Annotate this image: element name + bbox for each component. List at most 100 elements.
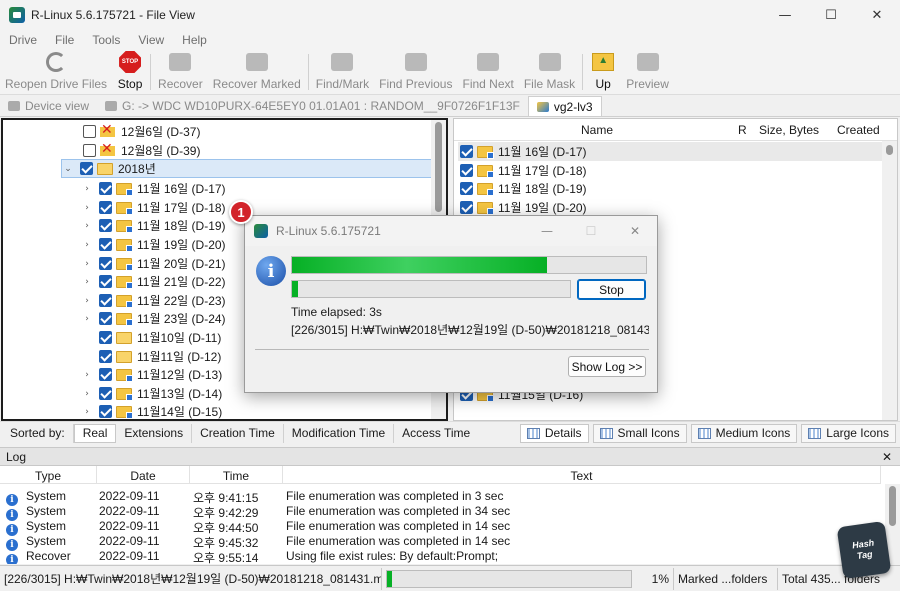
expand-arrow-icon[interactable]: ›: [81, 314, 93, 324]
expand-arrow-icon[interactable]: ›: [81, 296, 93, 306]
log-type: System: [26, 534, 67, 548]
log-close-button[interactable]: ✕: [882, 450, 892, 464]
tree-checkbox[interactable]: [99, 387, 112, 400]
expand-arrow-icon[interactable]: ›: [81, 259, 93, 269]
up-button[interactable]: Up: [585, 49, 621, 95]
file-row[interactable]: 11월 16일 (D-17): [458, 142, 883, 161]
tree-checkbox[interactable]: [99, 219, 112, 232]
tree-item[interactable]: 11월11일 (D-12): [81, 347, 221, 366]
tree-checkbox[interactable]: [80, 162, 93, 175]
tree-checkbox[interactable]: [99, 405, 112, 418]
reopen-drive-files-button[interactable]: Reopen Drive Files: [0, 49, 112, 95]
tab-drive[interactable]: G: -> WDC WD10PURX-64E5EY0 01.01A01 : RA…: [97, 96, 528, 116]
dialog-stop-button[interactable]: Stop: [577, 279, 646, 300]
tree-item[interactable]: › 11월 23일 (D-24): [81, 309, 226, 328]
sort-modification-time[interactable]: Modification Time: [284, 423, 395, 443]
tree-scrollbar-thumb[interactable]: [435, 122, 442, 212]
menu-help[interactable]: Help: [173, 33, 216, 47]
tree-checkbox[interactable]: [99, 182, 112, 195]
sort-creation-time[interactable]: Creation Time: [192, 423, 284, 443]
tab-vg2-lv3[interactable]: vg2-lv3: [527, 96, 602, 116]
tree-checkbox[interactable]: [99, 350, 112, 363]
tree-checkbox[interactable]: [99, 201, 112, 214]
sort-real[interactable]: Real: [73, 423, 117, 443]
tree-checkbox[interactable]: [99, 275, 112, 288]
find-previous-button[interactable]: Find Previous: [374, 49, 457, 95]
tree-checkbox[interactable]: [83, 144, 96, 157]
tree-item[interactable]: › 11월 17일 (D-18): [81, 198, 226, 217]
menu-tools[interactable]: Tools: [83, 33, 129, 47]
find-next-button[interactable]: Find Next: [457, 49, 518, 95]
sort-access-time[interactable]: Access Time: [394, 424, 478, 443]
log-col-date[interactable]: Date: [97, 466, 190, 484]
preview-button[interactable]: Preview: [621, 49, 674, 95]
tree-item[interactable]: › 11월 21일 (D-22): [81, 272, 226, 291]
log-col-type[interactable]: Type: [0, 466, 97, 484]
view-large-icons-button[interactable]: Large Icons: [801, 423, 896, 443]
file-row[interactable]: 11월 18일 (D-19): [458, 179, 587, 198]
dialog-minimize-button[interactable]: —: [525, 216, 569, 246]
maximize-button[interactable]: ☐: [808, 0, 854, 30]
column-created[interactable]: Created: [837, 123, 880, 137]
file-checkbox[interactable]: [460, 182, 473, 195]
menu-view[interactable]: View: [129, 33, 173, 47]
column-r[interactable]: R: [738, 123, 747, 137]
tree-item[interactable]: 12월8일 (D-39): [77, 141, 200, 160]
dialog-close-button[interactable]: ✕: [613, 216, 657, 246]
tree-item[interactable]: › 11월13일 (D-14): [81, 384, 222, 403]
tree-checkbox[interactable]: [99, 368, 112, 381]
tree-item[interactable]: › 11월 22일 (D-23): [81, 291, 226, 310]
close-button[interactable]: ✕: [854, 0, 900, 30]
expand-arrow-icon[interactable]: ›: [81, 407, 93, 417]
file-list-scrollbar[interactable]: [882, 141, 897, 420]
menu-drive[interactable]: Drive: [0, 33, 46, 47]
recover-icon: [169, 53, 192, 71]
view-medium-icons-button[interactable]: Medium Icons: [690, 423, 798, 443]
expand-arrow-icon[interactable]: ›: [81, 203, 93, 213]
menu-file[interactable]: File: [46, 33, 83, 47]
view-small-icons-button[interactable]: Small Icons: [592, 423, 687, 443]
tree-item[interactable]: 11월10일 (D-11): [81, 328, 221, 347]
tree-checkbox[interactable]: [83, 125, 96, 138]
collapse-arrow-icon[interactable]: ⌄: [62, 164, 74, 174]
tree-checkbox[interactable]: [99, 331, 112, 344]
tree-item[interactable]: › 11월 16일 (D-17): [81, 179, 226, 198]
tree-item[interactable]: › 11월 20일 (D-21): [81, 254, 226, 273]
tab-device-view[interactable]: Device view: [0, 96, 97, 116]
recover-button[interactable]: Recover: [153, 49, 208, 95]
stop-button[interactable]: STOP Stop: [112, 49, 148, 95]
tree-item[interactable]: › 11월12일 (D-13): [81, 365, 222, 384]
log-scrollbar-thumb[interactable]: [889, 486, 896, 526]
minimize-button[interactable]: —: [762, 0, 808, 30]
file-checkbox[interactable]: [460, 145, 473, 158]
log-col-time[interactable]: Time: [190, 466, 283, 484]
expand-arrow-icon[interactable]: ›: [81, 221, 93, 231]
tree-checkbox[interactable]: [99, 238, 112, 251]
file-mask-button[interactable]: File Mask: [519, 49, 580, 95]
file-checkbox[interactable]: [460, 164, 473, 177]
expand-arrow-icon[interactable]: ›: [81, 389, 93, 399]
recover-marked-button[interactable]: Recover Marked: [208, 49, 306, 95]
tree-checkbox[interactable]: [99, 257, 112, 270]
expand-arrow-icon[interactable]: ›: [81, 184, 93, 194]
expand-arrow-icon[interactable]: ›: [81, 240, 93, 250]
tree-item[interactable]: 12월6일 (D-37): [77, 122, 200, 141]
column-size[interactable]: Size, Bytes: [759, 123, 819, 137]
sort-extensions[interactable]: Extensions: [116, 423, 193, 443]
tree-item-selected[interactable]: ⌄ 2018년: [61, 159, 433, 178]
view-details-button[interactable]: Details: [519, 423, 589, 443]
file-checkbox[interactable]: [460, 201, 473, 214]
column-name[interactable]: Name: [581, 123, 613, 137]
expand-arrow-icon[interactable]: ›: [81, 370, 93, 380]
show-log-button[interactable]: Show Log >>: [568, 356, 646, 377]
tree-item[interactable]: › 11월14일 (D-15): [81, 402, 222, 419]
file-list-scrollbar-thumb[interactable]: [886, 145, 893, 155]
tree-item[interactable]: › 11월 19일 (D-20): [81, 235, 226, 254]
file-row[interactable]: 11월 17일 (D-18): [458, 161, 587, 180]
expand-arrow-icon[interactable]: ›: [81, 277, 93, 287]
log-col-text[interactable]: Text: [283, 466, 881, 484]
tree-checkbox[interactable]: [99, 312, 112, 325]
tree-checkbox[interactable]: [99, 294, 112, 307]
tree-item[interactable]: › 11월 18일 (D-19): [81, 216, 226, 235]
find-mark-button[interactable]: Find/Mark: [311, 49, 374, 95]
